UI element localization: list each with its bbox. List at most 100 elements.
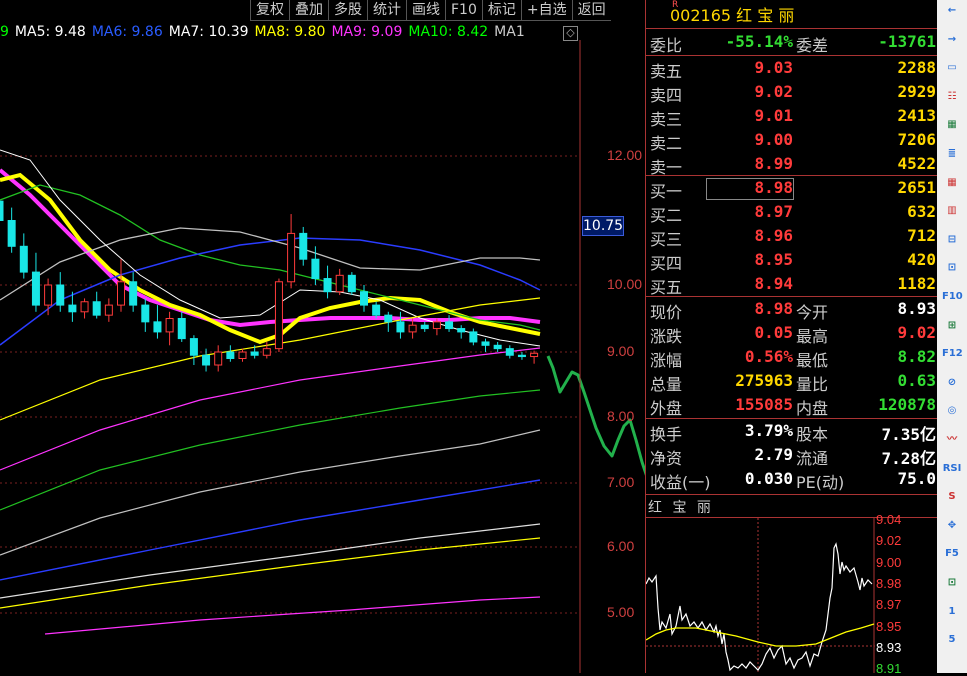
candle-body xyxy=(299,232,308,260)
asks-price: 8.99 xyxy=(754,154,793,173)
side-tool-icon-4[interactable]: ▦ xyxy=(942,116,962,134)
side-tool-icon-14[interactable]: ◎ xyxy=(942,402,962,420)
intraday-price-label: 9.00 xyxy=(876,554,902,570)
stat-label: 外盘 xyxy=(650,399,683,418)
stock-title: 002165 红 宝 丽 xyxy=(670,2,794,26)
toolbar-button-8[interactable]: 返回 xyxy=(571,0,611,21)
candle-body xyxy=(408,324,417,333)
candle-body xyxy=(129,281,138,306)
bids-price: 8.95 xyxy=(754,250,793,269)
toolbar-button-4[interactable]: 画线 xyxy=(406,0,445,21)
candle-body xyxy=(372,304,381,316)
side-tool-icon-6[interactable]: ▦ xyxy=(942,174,962,192)
candle-body xyxy=(0,200,4,221)
asks-price: 9.01 xyxy=(754,106,793,125)
toolbar-button-2[interactable]: 多股 xyxy=(328,0,367,21)
asks-price: 9.03 xyxy=(754,58,793,77)
stat-label: 涨跌 xyxy=(650,327,683,346)
asks-row: 卖五 9.03 2288 xyxy=(648,57,936,81)
cursor-price-marker: 10.75 xyxy=(582,216,624,236)
bids-row: 买二 8.97 632 xyxy=(648,201,936,225)
bids-volume: 712 xyxy=(907,226,936,245)
bids-label: 买五 xyxy=(650,278,683,297)
ma-legend-item: MA1 xyxy=(494,24,525,40)
candle-body xyxy=(117,281,125,306)
side-tool-icon-17[interactable]: S xyxy=(942,488,962,506)
candle-body xyxy=(262,348,271,356)
asks-label: 卖四 xyxy=(650,86,683,105)
side-tool-icon-20[interactable]: ⊡ xyxy=(942,574,962,592)
candle-body xyxy=(177,318,186,340)
stat-label: 涨幅 xyxy=(650,351,683,370)
divider xyxy=(646,55,937,56)
asks-volume: 2413 xyxy=(897,106,936,125)
candle-body xyxy=(92,301,101,316)
intraday-price-label: 9.04 xyxy=(876,512,902,527)
bids-price: 8.96 xyxy=(754,226,793,245)
candle-body xyxy=(530,352,539,358)
side-tool-icon-18[interactable]: ✥ xyxy=(942,517,962,535)
stats2-row: 换手 3.79% 股本 7.35亿 xyxy=(648,420,936,444)
kline-chart[interactable] xyxy=(0,40,645,673)
bids-volume: 632 xyxy=(907,202,936,221)
ma-legend-item: 9 xyxy=(0,24,9,40)
chart-toolbar: 复权 叠加 多股 统计 画线 F10 标记 +自选 返回 xyxy=(250,0,611,22)
side-tool-icon-1[interactable]: → xyxy=(942,31,962,49)
bids-label: 买四 xyxy=(650,254,683,273)
side-tool-icon-7[interactable]: ▥ xyxy=(942,202,962,220)
candle-body xyxy=(469,331,478,343)
side-tool-icon-16[interactable]: RSI xyxy=(942,460,962,478)
ma-gray-2 xyxy=(0,429,541,556)
toolbar-button-6[interactable]: 标记 xyxy=(481,0,521,21)
stock-code: 002165 xyxy=(670,6,732,25)
stat-label: 现价 xyxy=(650,303,683,322)
toolbar-button-0[interactable]: 复权 xyxy=(250,0,289,21)
side-tool-icon-10[interactable]: F10 xyxy=(942,288,963,306)
side-tool-icon-19[interactable]: F5 xyxy=(942,545,962,563)
candle-body xyxy=(384,314,393,323)
side-tool-icon-9[interactable]: ⊡ xyxy=(942,259,962,277)
side-tool-icon-12[interactable]: F12 xyxy=(942,345,963,363)
side-tool-icon-13[interactable]: ⊘ xyxy=(942,374,962,392)
intraday-chart[interactable] xyxy=(646,518,875,673)
intraday-price-label: 8.97 xyxy=(876,597,902,613)
stat-value: 0.56% xyxy=(744,347,793,366)
hand-drawn-trend-line xyxy=(546,355,645,476)
ma-legend-toggle-icon[interactable]: ◇ xyxy=(563,26,578,41)
side-tool-icon-5[interactable]: ≣ xyxy=(942,145,962,163)
toolbar-button-1[interactable]: 叠加 xyxy=(289,0,328,21)
ma-mid-yellow xyxy=(0,172,541,345)
asks-label: 卖五 xyxy=(650,62,683,81)
candle-body xyxy=(432,321,441,330)
intraday-price-label: 8.93 xyxy=(876,639,902,655)
stat-value: 155085 xyxy=(735,395,793,414)
side-tool-icon-22[interactable]: 5 xyxy=(942,631,962,649)
ma-legend-item: MA8: 9.80 xyxy=(254,24,326,40)
candle-body xyxy=(481,341,490,346)
stat-label: 今开 xyxy=(796,303,829,322)
divider xyxy=(646,418,937,419)
stat-value: 0.05 xyxy=(754,323,793,342)
weibi-row: 委比 -55.14% 委差 -13761 xyxy=(650,32,936,55)
ma-legend-item: MA6: 9.86 xyxy=(91,24,163,40)
toolbar-button-7[interactable]: +自选 xyxy=(520,0,572,21)
toolbar-button-3[interactable]: 统计 xyxy=(367,0,406,21)
side-tool-icon-3[interactable]: ☷ xyxy=(942,88,962,106)
candle-body xyxy=(311,258,320,280)
side-tool-icon-15[interactable]: 〰 xyxy=(942,431,962,449)
side-tool-icon-2[interactable]: ▭ xyxy=(942,59,962,77)
side-tool-icon-8[interactable]: ⊟ xyxy=(942,231,962,249)
side-tool-icon-21[interactable]: 1 xyxy=(942,603,962,621)
intraday-average-line xyxy=(646,623,875,647)
toolbar-button-5[interactable]: F10 xyxy=(445,0,482,21)
candle-body xyxy=(153,321,162,333)
candle-body xyxy=(226,351,235,359)
side-tool-icon-11[interactable]: ⊞ xyxy=(942,317,962,335)
stat-label: 流通 xyxy=(796,449,829,468)
stat-label: 总量 xyxy=(650,375,683,394)
stat-label: PE(动) xyxy=(796,473,845,492)
intraday-price-label: 8.91 xyxy=(876,661,902,676)
side-tool-icon-0[interactable]: ← xyxy=(942,2,962,20)
stats-row: 外盘 155085 内盘 120878 xyxy=(648,394,936,418)
price-tick-label: 6.00 xyxy=(607,538,635,554)
